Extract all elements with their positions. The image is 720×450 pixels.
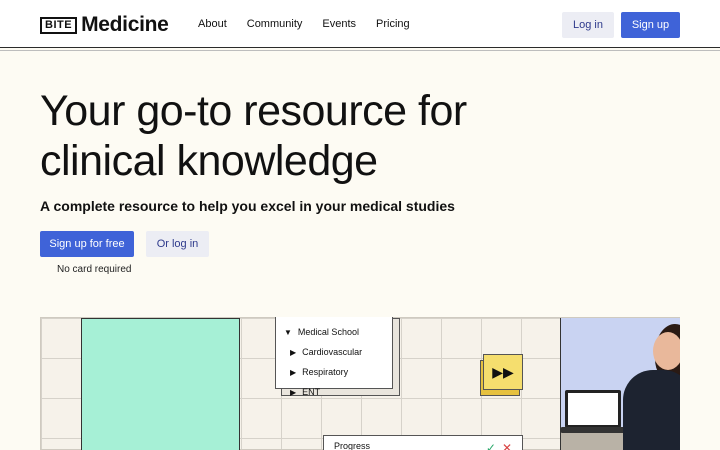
logo[interactable]: BITE Medicine	[40, 13, 169, 36]
no-card-note: No card required	[57, 264, 132, 275]
caret-right-icon: ▶	[290, 367, 297, 377]
nav-events[interactable]: Events	[322, 18, 356, 30]
header-signup-button[interactable]: Sign up	[621, 12, 680, 38]
check-icon: ✓	[485, 441, 496, 450]
hero-illustration: ▼ Medical School ▶ Cardiovascular ▶ Resp…	[40, 317, 680, 450]
cross-icon: ✕	[501, 441, 512, 450]
mint-panel	[81, 318, 240, 450]
hero-login-button[interactable]: Or log in	[146, 231, 209, 257]
header-login-button[interactable]: Log in	[562, 12, 614, 38]
hero-subtitle: A complete resource to help you excel in…	[40, 198, 455, 214]
tree-item: ▶ ENT	[284, 382, 392, 402]
person-face	[653, 332, 680, 370]
caret-down-icon: ▼	[284, 327, 292, 337]
topic-tree-card: ▼ Medical School ▶ Cardiovascular ▶ Resp…	[275, 317, 393, 397]
fast-forward-icon: ▶▶	[483, 354, 523, 390]
nav-community[interactable]: Community	[247, 18, 303, 30]
main-nav: About Community Events Pricing	[198, 18, 430, 30]
tree-item-label: Respiratory	[302, 367, 349, 377]
tree-item: ▶ Respiratory	[284, 362, 392, 382]
nav-about[interactable]: About	[198, 18, 227, 30]
progress-marks: ✓ ✕	[486, 441, 512, 450]
tree-item-label: ENT	[302, 387, 321, 397]
person-body	[623, 370, 680, 450]
hero-signup-button[interactable]: Sign up for free	[40, 231, 134, 257]
caret-right-icon: ▶	[290, 387, 297, 397]
laptop-icon	[565, 390, 621, 428]
student-photo	[560, 318, 680, 450]
tree-item: ▶ Cardiovascular	[284, 342, 392, 362]
header-divider	[0, 47, 720, 48]
tree-item-label: Cardiovascular	[302, 347, 363, 357]
site-header: BITE Medicine About Community Events Pri…	[0, 0, 720, 48]
tree-root: ▼ Medical School	[284, 322, 392, 342]
nav-pricing[interactable]: Pricing	[376, 18, 410, 30]
progress-label: Progress	[334, 441, 371, 450]
header-divider-secondary	[0, 50, 720, 51]
caret-right-icon: ▶	[290, 347, 297, 357]
logo-text: Medicine	[81, 13, 169, 36]
logo-box: BITE	[40, 16, 78, 34]
tree-root-label: Medical School	[297, 327, 359, 337]
progress-card: Progress ✓ ✕	[323, 435, 523, 450]
hero-title: Your go-to resource for clinical knowled…	[40, 87, 467, 185]
